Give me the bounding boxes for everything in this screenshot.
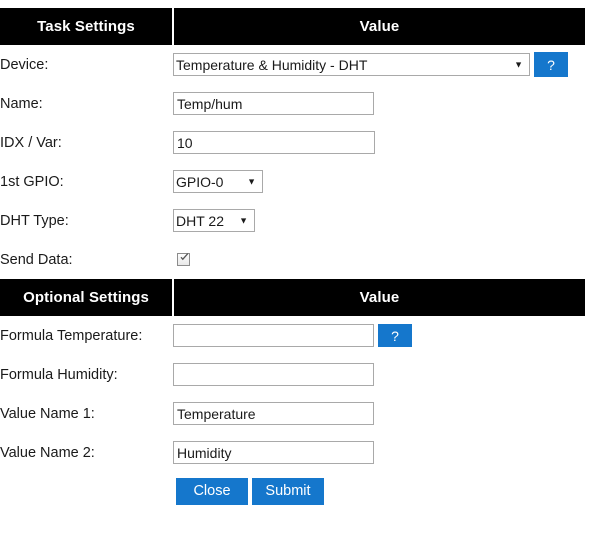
table-row-send-data: Send Data: <box>0 240 585 279</box>
value-name-1-value-cell <box>173 402 585 425</box>
dht-type-select-wrapper: DHT 22 ▼ <box>173 209 255 232</box>
value-name-2-value-cell <box>173 441 585 464</box>
first-gpio-select-wrapper: GPIO-0 ▼ <box>173 170 263 193</box>
formula-humidity-value-cell <box>173 363 585 386</box>
name-value-cell <box>173 92 585 115</box>
idx-var-value-cell <box>173 131 585 154</box>
formula-temperature-help-button[interactable]: ? <box>378 324 412 347</box>
table-row-dht-type: DHT Type: DHT 22 ▼ <box>0 201 585 240</box>
label-name: Name: <box>0 84 173 123</box>
check-icon <box>180 253 189 262</box>
table-row-name: Name: <box>0 84 585 123</box>
actions-label-spacer <box>0 472 173 511</box>
optional-settings-header-label: Optional Settings <box>0 279 174 316</box>
device-help-button[interactable]: ? <box>534 52 568 77</box>
device-select-wrapper: Temperature & Humidity - DHT ▼ <box>173 53 530 76</box>
task-settings-table: Task Settings Value Device: Temperature … <box>0 0 585 279</box>
task-settings-header-value: Value <box>173 8 585 45</box>
label-device: Device: <box>0 45 173 84</box>
dht-type-select[interactable]: DHT 22 <box>173 209 255 232</box>
formula-temperature-input[interactable] <box>173 324 374 347</box>
device-value-cell: Temperature & Humidity - DHT ▼ ? <box>173 52 585 77</box>
table-row-formula-temperature: Formula Temperature: ? <box>0 316 585 355</box>
formula-humidity-input[interactable] <box>173 363 374 386</box>
table-row-idx-var: IDX / Var: <box>0 123 585 162</box>
table-row-device: Device: Temperature & Humidity - DHT ▼ ? <box>0 45 585 84</box>
name-input[interactable] <box>173 92 374 115</box>
table-row-value-name-2: Value Name 2: <box>0 433 585 472</box>
value-name-2-input[interactable] <box>173 441 374 464</box>
table-row-actions: Close Submit <box>0 472 585 511</box>
optional-settings-table: Optional Settings Value Formula Temperat… <box>0 279 585 511</box>
optional-settings-header-row: Optional Settings Value <box>0 279 585 316</box>
label-value-name-2: Value Name 2: <box>0 433 173 472</box>
submit-button[interactable]: Submit <box>252 478 324 505</box>
task-settings-header-row: Task Settings Value <box>0 8 585 45</box>
device-select[interactable]: Temperature & Humidity - DHT <box>173 53 530 76</box>
action-buttons: Close Submit <box>173 478 585 505</box>
table-row-first-gpio: 1st GPIO: GPIO-0 ▼ <box>0 162 585 201</box>
table-row-value-name-1: Value Name 1: <box>0 394 585 433</box>
optional-settings-header-value: Value <box>173 279 585 316</box>
formula-temperature-value-cell: ? <box>173 324 585 347</box>
label-formula-humidity: Formula Humidity: <box>0 355 173 394</box>
label-value-name-1: Value Name 1: <box>0 394 173 433</box>
idx-var-input[interactable] <box>173 131 375 154</box>
task-settings-header-label: Task Settings <box>0 8 174 45</box>
first-gpio-select[interactable]: GPIO-0 <box>173 170 263 193</box>
label-first-gpio: 1st GPIO: <box>0 162 173 201</box>
send-data-checkbox[interactable] <box>177 253 190 266</box>
send-data-value-cell <box>173 253 585 266</box>
label-send-data: Send Data: <box>0 240 173 279</box>
first-gpio-value-cell: GPIO-0 ▼ <box>173 170 585 193</box>
label-dht-type: DHT Type: <box>0 201 173 240</box>
table-row-formula-humidity: Formula Humidity: <box>0 355 585 394</box>
label-idx-var: IDX / Var: <box>0 123 173 162</box>
close-button[interactable]: Close <box>176 478 248 505</box>
label-formula-temperature: Formula Temperature: <box>0 316 173 355</box>
top-spacer <box>0 0 585 8</box>
value-name-1-input[interactable] <box>173 402 374 425</box>
dht-type-value-cell: DHT 22 ▼ <box>173 209 585 232</box>
device-configuration-page: Task Settings Value Device: Temperature … <box>0 0 595 543</box>
